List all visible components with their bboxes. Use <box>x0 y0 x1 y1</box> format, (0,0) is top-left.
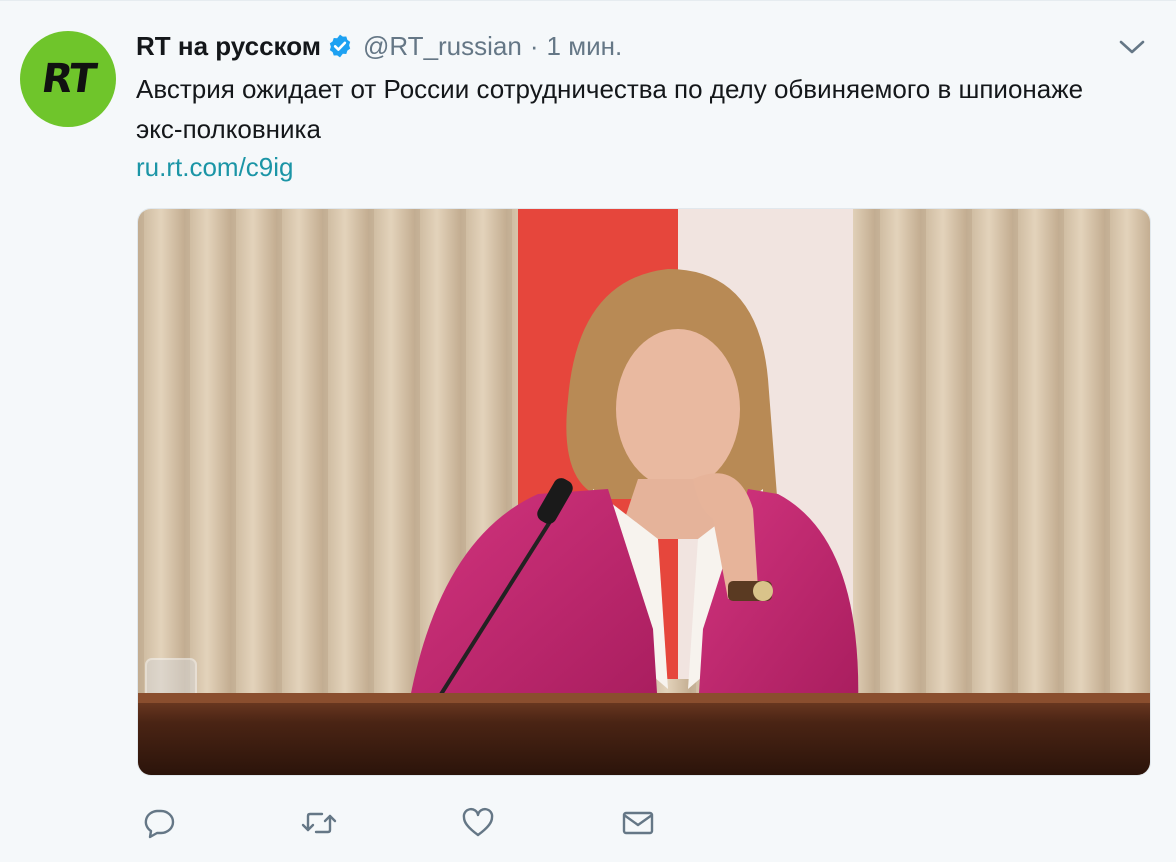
avatar-logo: RT <box>38 56 98 102</box>
reply-icon <box>144 809 175 839</box>
direct-message-button[interactable] <box>616 801 660 845</box>
tweet-header: RT на русском @RT_russian · 1 мин. <box>136 29 622 63</box>
tweet-actions <box>137 801 677 845</box>
chevron-down-icon[interactable] <box>1118 37 1146 57</box>
tweet-photo[interactable] <box>137 208 1151 776</box>
retweet-icon <box>301 812 337 834</box>
header-separator: · <box>529 30 539 61</box>
author-name[interactable]: RT на русском <box>136 31 321 62</box>
tweet-card[interactable]: RT RT на русском @RT_russian · 1 мин. Ав… <box>0 0 1176 862</box>
photo-image <box>138 209 1150 775</box>
envelope-icon <box>622 811 654 835</box>
tweet-timestamp[interactable]: 1 мин. <box>547 31 623 62</box>
author-handle[interactable]: @RT_russian <box>363 31 522 62</box>
verified-badge-icon <box>329 34 351 58</box>
heart-icon <box>462 807 494 837</box>
reply-button[interactable] <box>137 801 181 845</box>
like-button[interactable] <box>456 801 500 845</box>
retweet-button[interactable] <box>297 801 341 845</box>
avatar[interactable]: RT <box>20 31 116 127</box>
tweet-link[interactable]: ru.rt.com/c9ig <box>136 149 294 185</box>
tweet-text: Австрия ожидает от России сотрудничества… <box>136 74 1084 144</box>
